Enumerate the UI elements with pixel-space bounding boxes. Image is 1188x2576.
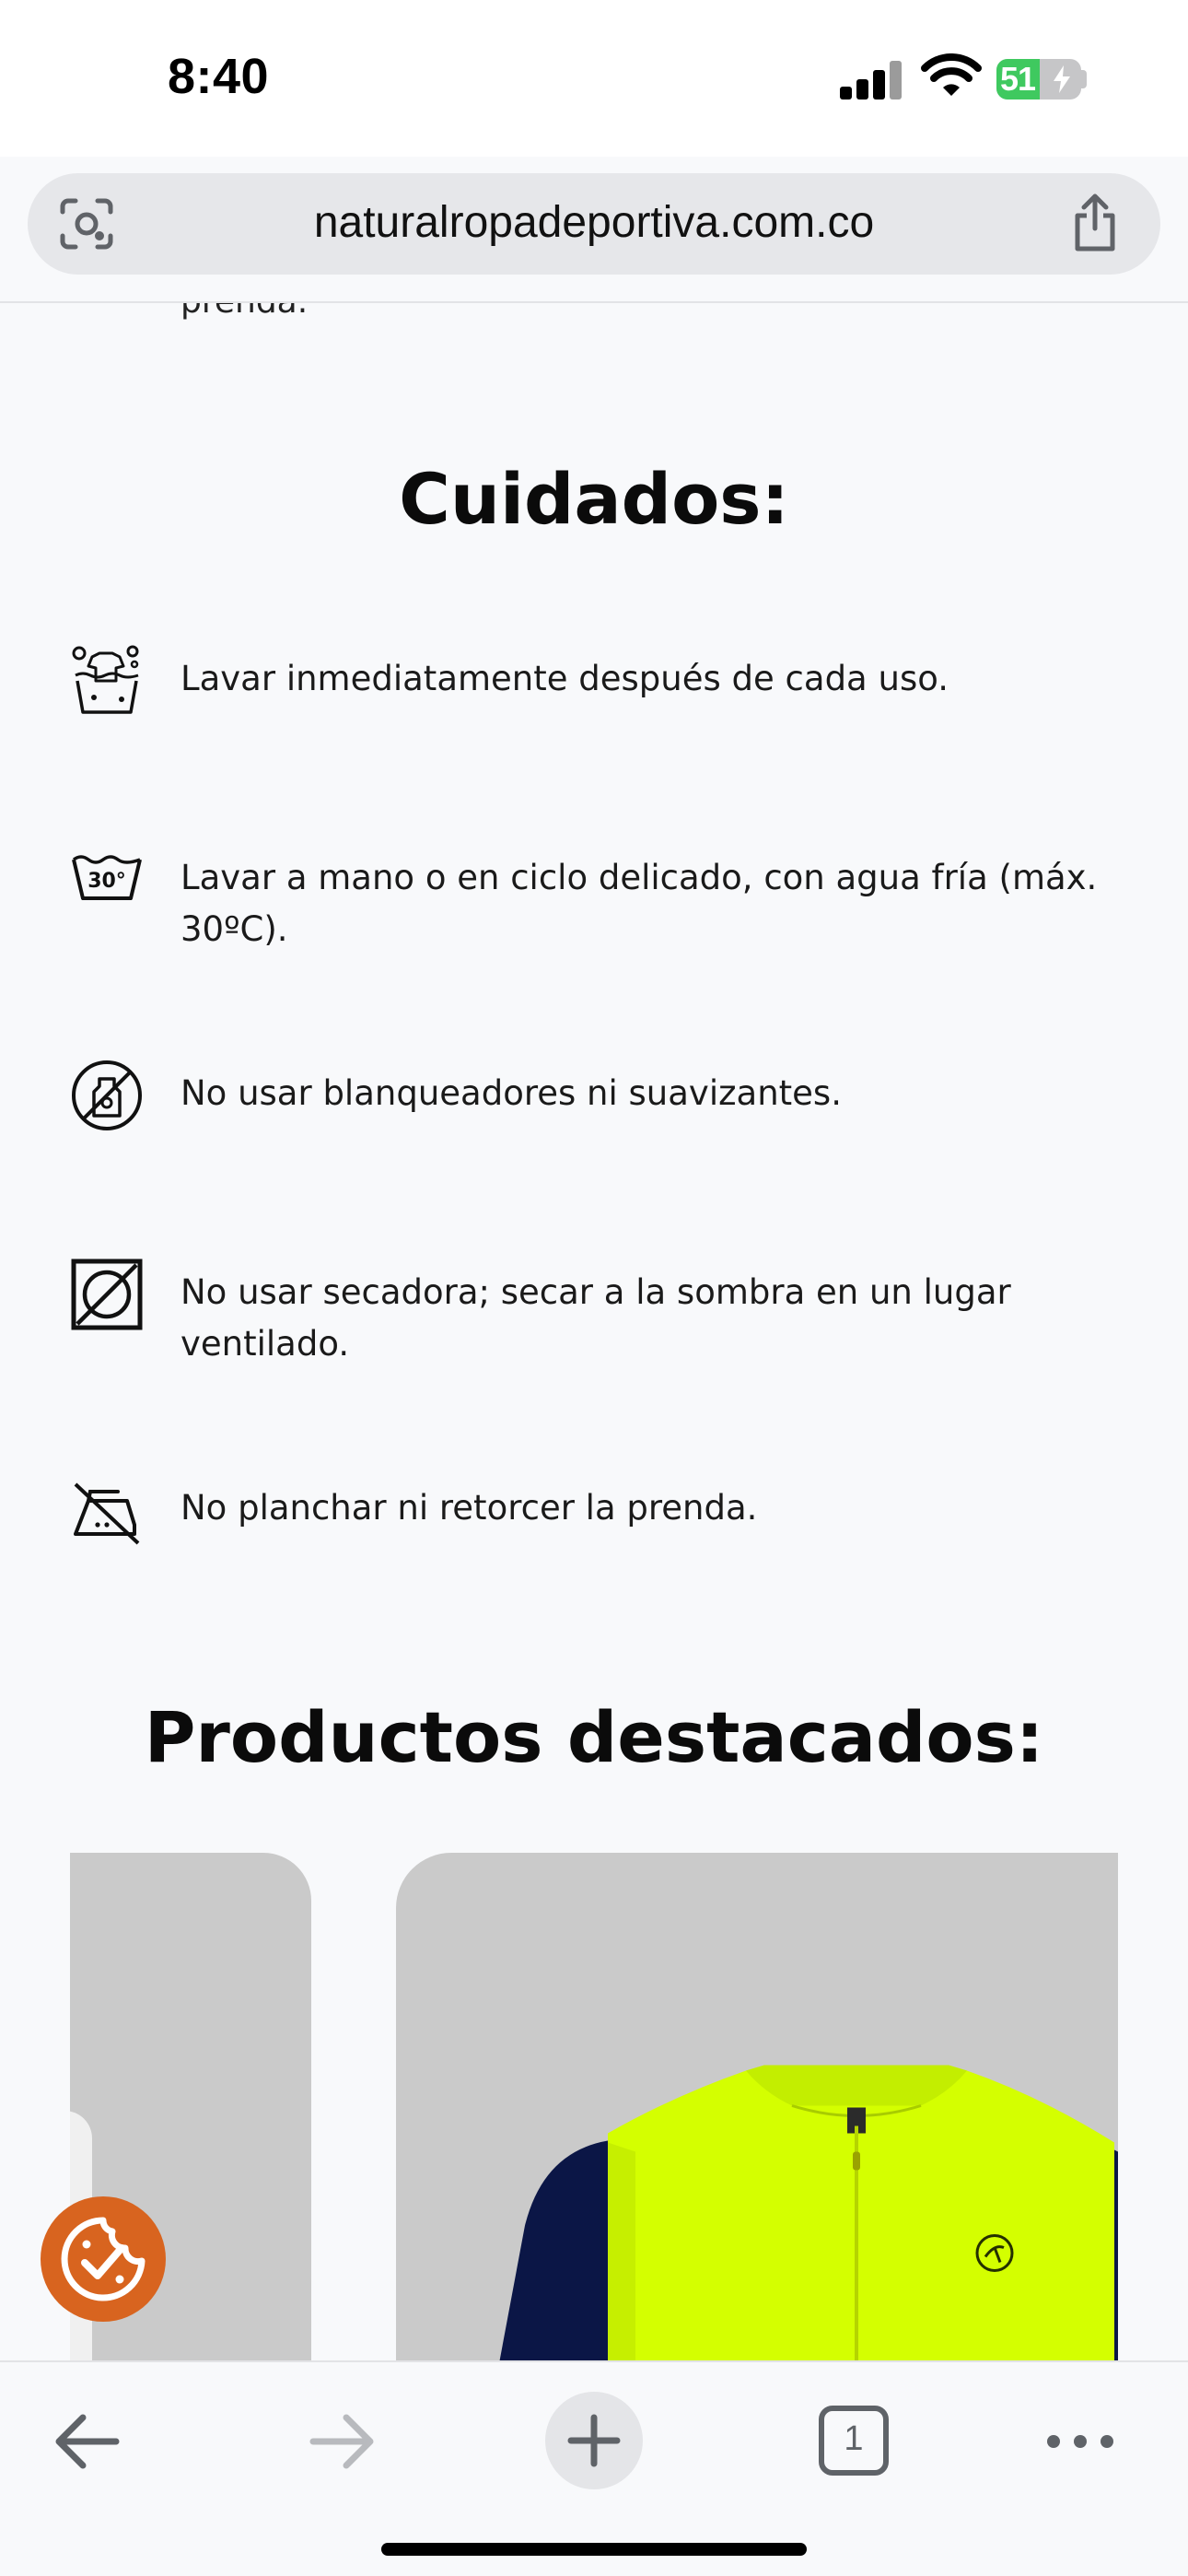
battery-cap	[1081, 70, 1087, 88]
care-heading: Cuidados:	[399, 458, 789, 540]
cookie-consent-button[interactable]	[41, 2196, 166, 2322]
wash-30-icon: 30°	[72, 855, 142, 900]
more-icon[interactable]	[1030, 2395, 1131, 2488]
forward-arrow-icon[interactable]	[291, 2395, 392, 2488]
battery-charging-icon: 51	[996, 59, 1081, 100]
share-icon[interactable]	[1070, 193, 1120, 252]
tab-count: 1	[844, 2419, 864, 2458]
previous-section-text: prenda.	[181, 303, 308, 321]
new-tab-plus-icon	[567, 2414, 621, 2467]
browser-toolbar: 1	[0, 2360, 1188, 2576]
battery-level: 51	[1000, 60, 1036, 98]
care-text: Lavar inmediatamente después de cada uso…	[181, 659, 949, 698]
wifi-icon	[921, 53, 982, 96]
back-arrow-icon[interactable]	[37, 2395, 138, 2488]
cookie-consent-icon	[61, 2217, 146, 2301]
no-bleach-icon	[72, 1060, 142, 1130]
product-card[interactable]	[396, 1853, 1118, 2360]
url-text[interactable]: naturalropadeportiva.com.co	[28, 197, 1160, 248]
new-tab-button[interactable]	[545, 2392, 643, 2489]
cellular-signal-icon	[840, 59, 903, 100]
product-image-jersey	[499, 2065, 1118, 2360]
no-tumble-dry-icon	[71, 1259, 143, 1330]
tabs-button[interactable]: 1	[803, 2395, 904, 2488]
care-text: No planchar ni retorcer la prenda.	[181, 1488, 758, 1528]
care-text: No usar secadora; secar a la sombra en u…	[181, 1272, 1011, 1364]
address-bar[interactable]: naturalropadeportiva.com.co	[28, 173, 1160, 275]
no-iron-icon	[74, 1482, 140, 1545]
hand-wash-icon	[72, 645, 139, 714]
status-bar: 8:40 51	[0, 0, 1188, 157]
care-text: Lavar a mano o en ciclo delicado, con ag…	[181, 858, 1098, 949]
care-text: No usar blanqueadores ni suavizantes.	[181, 1073, 842, 1113]
featured-products-heading: Productos destacados:	[144, 1696, 1044, 1778]
status-time: 8:40	[168, 49, 270, 104]
wash-temperature-label: 30°	[87, 870, 126, 893]
home-indicator	[381, 2543, 807, 2556]
